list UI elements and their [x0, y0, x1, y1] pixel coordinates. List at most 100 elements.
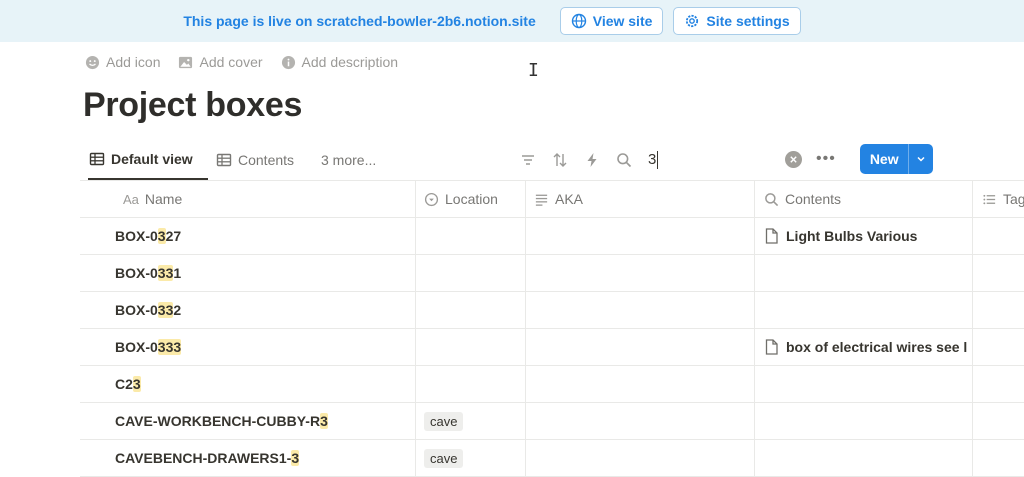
aka-cell[interactable]: [526, 329, 755, 365]
gear-icon: [686, 14, 699, 28]
tab-default-view-label: Default view: [111, 151, 193, 167]
location-cell[interactable]: [416, 292, 526, 328]
text-type-icon: Aa: [123, 191, 139, 207]
row-name: CAVEBENCH-DRAWERS1-3: [115, 450, 300, 466]
view-site-button[interactable]: View site: [559, 7, 664, 35]
tags-cell[interactable]: [973, 292, 1024, 328]
name-part: 2: [173, 302, 182, 318]
page-actions: Add icon Add cover Add description: [85, 54, 398, 70]
contents-cell[interactable]: box of electrical wires see l: [755, 329, 973, 365]
view-site-label: View site: [592, 13, 653, 29]
column-header-location[interactable]: Location: [416, 181, 526, 217]
search-highlight: 33: [157, 265, 174, 281]
contents-cell[interactable]: [755, 403, 973, 439]
tags-cell[interactable]: [973, 440, 1024, 476]
search-input[interactable]: 3: [648, 151, 659, 169]
name-cell[interactable]: BOX-0332: [80, 292, 416, 328]
add-description-button[interactable]: Add description: [281, 54, 398, 70]
aka-cell[interactable]: [526, 366, 755, 402]
search-highlight: 3: [157, 228, 166, 244]
search-icon: [765, 192, 779, 206]
location-cell[interactable]: [416, 255, 526, 291]
contents-link[interactable]: box of electrical wires see l: [764, 339, 967, 355]
add-cover-label: Add cover: [199, 54, 263, 70]
select-icon: [424, 192, 439, 206]
tags-cell[interactable]: [973, 255, 1024, 291]
name-part: BOX-0: [115, 302, 158, 318]
site-settings-button[interactable]: Site settings: [673, 7, 801, 35]
add-cover-button[interactable]: Add cover: [178, 54, 263, 70]
name-cell[interactable]: BOX-0333: [80, 329, 416, 365]
row-name: BOX-0327: [115, 228, 181, 244]
name-cell[interactable]: C23: [80, 366, 416, 402]
page-icon: [765, 228, 778, 244]
table-row[interactable]: C23: [80, 366, 1024, 403]
tab-contents-label: Contents: [238, 152, 295, 168]
aka-cell[interactable]: [526, 440, 755, 476]
location-cell[interactable]: [416, 366, 526, 402]
table-header: Aa Name Location AKA Contents Tag: [80, 181, 1024, 218]
clear-icon[interactable]: [785, 150, 802, 168]
contents-cell[interactable]: [755, 255, 973, 291]
name-cell[interactable]: BOX-0331: [80, 255, 416, 291]
tab-contents[interactable]: Contents: [216, 140, 294, 180]
more-views-button[interactable]: 3 more...: [321, 140, 376, 180]
name-cell[interactable]: CAVE-WORKBENCH-CUBBY-R3: [80, 403, 416, 439]
more-icon[interactable]: •••: [816, 150, 836, 168]
tags-cell[interactable]: [973, 329, 1024, 365]
column-header-aka[interactable]: AKA: [526, 181, 755, 217]
location-cell[interactable]: cave: [416, 403, 526, 439]
banner-text: This page is live on scratched-bowler-2b…: [183, 13, 536, 29]
name-part: CAVE-WORKBENCH-CUBBY-R: [115, 413, 321, 429]
table-row[interactable]: BOX-0332: [80, 292, 1024, 329]
location-tag: cave: [424, 448, 464, 468]
sort-icon[interactable]: [552, 152, 568, 168]
column-header-tags-label: Tag: [1003, 191, 1024, 207]
tags-cell[interactable]: [973, 366, 1024, 402]
more-views-label: 3 more...: [321, 152, 377, 168]
contents-link[interactable]: Light Bulbs Various: [764, 228, 917, 244]
contents-cell[interactable]: Light Bulbs Various: [755, 218, 973, 254]
column-header-contents[interactable]: Contents: [755, 181, 973, 217]
page-icon: [765, 339, 778, 355]
contents-cell[interactable]: [755, 366, 973, 402]
aka-cell[interactable]: [526, 255, 755, 291]
lightning-icon[interactable]: [584, 152, 600, 168]
table-row[interactable]: BOX-0327 Light Bulbs Various: [80, 218, 1024, 255]
search-highlight: 333: [157, 339, 182, 355]
tab-default-view[interactable]: Default view: [88, 140, 208, 180]
column-header-tags[interactable]: Tag: [973, 181, 1024, 217]
search-icon[interactable]: [616, 152, 632, 168]
contents-cell[interactable]: [755, 440, 973, 476]
table-icon: [89, 152, 105, 166]
name-cell[interactable]: BOX-0327: [80, 218, 416, 254]
view-bar: Default view Contents 3 more... 3 ••• Ne…: [80, 140, 1024, 180]
location-cell[interactable]: [416, 329, 526, 365]
table-row[interactable]: CAVE-WORKBENCH-CUBBY-R3 cave: [80, 403, 1024, 440]
smiley-icon: [85, 55, 100, 69]
location-cell[interactable]: [416, 218, 526, 254]
chevron-down-icon[interactable]: [907, 144, 933, 174]
aka-cell[interactable]: [526, 292, 755, 328]
tags-cell[interactable]: [973, 403, 1024, 439]
search-highlight: 3: [291, 450, 300, 466]
table-icon: [216, 153, 232, 167]
page-title[interactable]: Project boxes: [83, 86, 302, 125]
aka-cell[interactable]: [526, 403, 755, 439]
new-button[interactable]: New: [859, 144, 933, 174]
aka-cell[interactable]: [526, 218, 755, 254]
table-row[interactable]: BOX-0333 box of electrical wires see l: [80, 329, 1024, 366]
globe-icon: [571, 13, 586, 29]
table-row[interactable]: CAVEBENCH-DRAWERS1-3 cave: [80, 440, 1024, 477]
column-header-name[interactable]: Aa Name: [80, 181, 416, 217]
filter-icon[interactable]: [520, 152, 536, 168]
contents-cell[interactable]: [755, 292, 973, 328]
tags-cell[interactable]: [973, 218, 1024, 254]
name-cell[interactable]: CAVEBENCH-DRAWERS1-3: [80, 440, 416, 476]
list-icon: [983, 194, 996, 204]
text-cursor: I: [528, 60, 539, 81]
add-icon-button[interactable]: Add icon: [85, 54, 160, 70]
name-part: BOX-0: [115, 339, 158, 355]
table-row[interactable]: BOX-0331: [80, 255, 1024, 292]
location-cell[interactable]: cave: [416, 440, 526, 476]
